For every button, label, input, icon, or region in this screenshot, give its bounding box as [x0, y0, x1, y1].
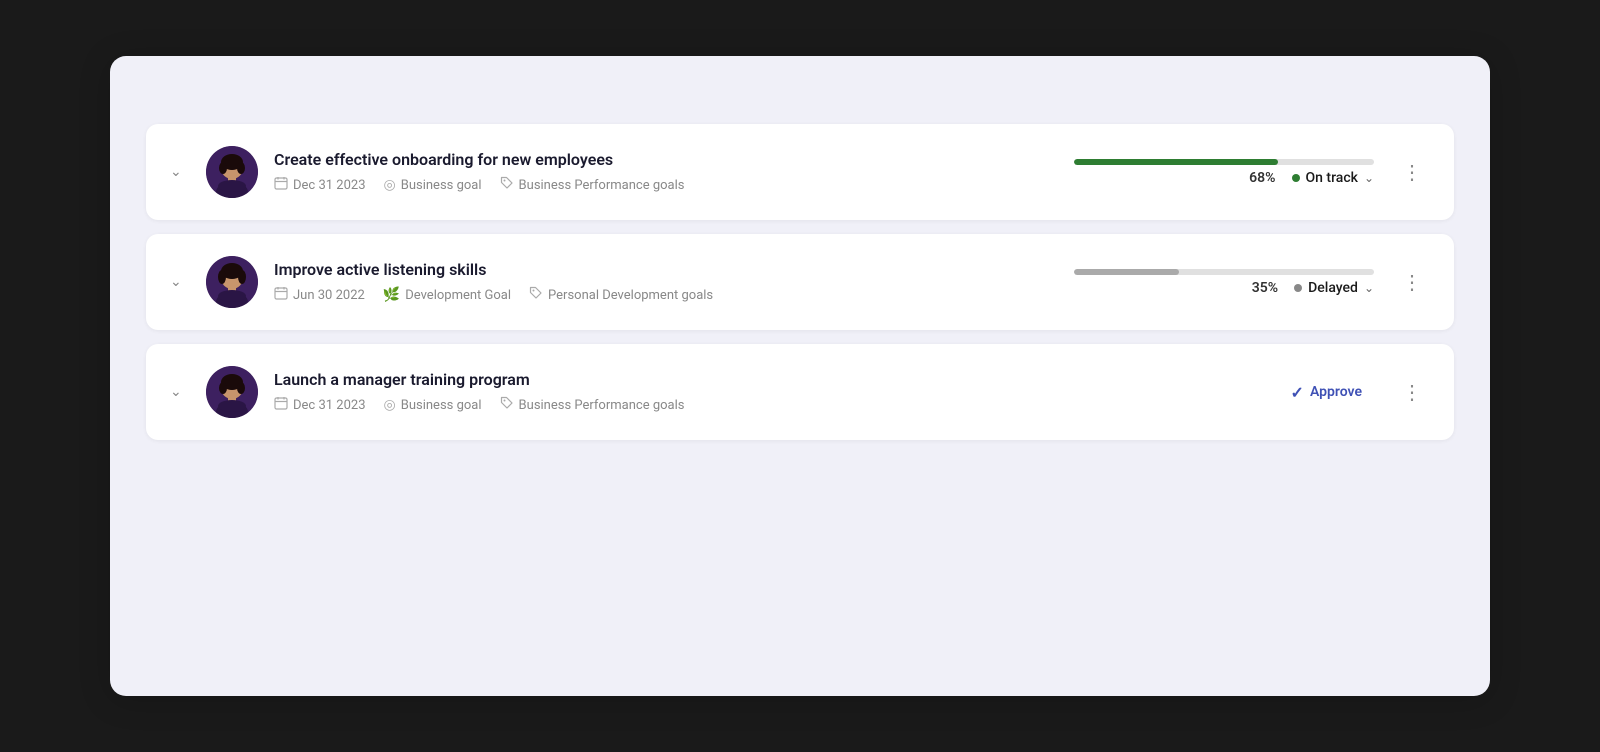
- target-icon: ◎: [384, 397, 396, 413]
- avatar: [206, 366, 258, 418]
- expand-chevron[interactable]: ⌄: [170, 164, 190, 180]
- status-badge[interactable]: Delayed ⌄: [1294, 280, 1374, 296]
- calendar-icon: [274, 176, 288, 194]
- goal-type-meta: ◎ Business goal: [384, 397, 482, 413]
- status-badge[interactable]: On track ⌄: [1292, 170, 1375, 186]
- main-container: ⌄ Create effective onboarding for new em…: [110, 56, 1490, 696]
- goal-right: 35% Delayed ⌄ ⋮: [1034, 266, 1430, 298]
- goal-type-meta: 🌿 Development Goal: [383, 287, 511, 303]
- progress-bar-fill: [1074, 159, 1278, 165]
- goal-category: Business Performance goals: [519, 178, 685, 193]
- expand-chevron[interactable]: ⌄: [170, 274, 190, 290]
- goal-category: Personal Development goals: [548, 288, 713, 303]
- goal-date: Dec 31 2023: [293, 398, 366, 413]
- avatar: [206, 256, 258, 308]
- goal-category-meta: Business Performance goals: [500, 396, 685, 414]
- goal-type: Development Goal: [405, 288, 511, 303]
- goal-title: Improve active listening skills: [274, 260, 1018, 279]
- tag-icon: [500, 396, 514, 414]
- tag-icon: [500, 176, 514, 194]
- calendar-icon: [274, 286, 288, 304]
- status-dot: [1292, 174, 1300, 182]
- status-chevron-icon: ⌄: [1364, 171, 1374, 185]
- seedling-icon: 🌿: [383, 287, 400, 303]
- approve-label: Approve: [1310, 384, 1362, 400]
- expand-chevron[interactable]: ⌄: [170, 384, 190, 400]
- goal-date: Dec 31 2023: [293, 178, 366, 193]
- goal-category: Business Performance goals: [519, 398, 685, 413]
- more-options-button[interactable]: ⋮: [1394, 376, 1430, 408]
- progress-percentage: 35%: [1252, 280, 1278, 296]
- goal-type: Business goal: [401, 398, 482, 413]
- status-dot: [1294, 284, 1302, 292]
- progress-percentage: 68%: [1249, 170, 1275, 186]
- calendar-icon: [274, 396, 288, 414]
- goal-date: Jun 30 2022: [293, 288, 365, 303]
- goal-category-meta: Business Performance goals: [500, 176, 685, 194]
- goal-meta: Dec 31 2023 ◎ Business goal Business Per…: [274, 396, 1195, 414]
- progress-bar-track: [1074, 269, 1374, 275]
- status-text: On track: [1306, 170, 1358, 186]
- goal-meta: Dec 31 2023 ◎ Business goal Business Per…: [274, 176, 1018, 194]
- progress-bar-track: [1074, 159, 1374, 165]
- progress-section: 35% Delayed ⌄: [1034, 269, 1374, 296]
- more-options-button[interactable]: ⋮: [1394, 156, 1430, 188]
- goal-right: 68% On track ⌄ ⋮: [1034, 156, 1430, 188]
- progress-bar-fill: [1074, 269, 1179, 275]
- progress-section: 68% On track ⌄: [1034, 159, 1374, 186]
- goal-card-3: ⌄ Launch a manager training program: [146, 344, 1454, 440]
- goal-card-1: ⌄ Create effective onboarding for new em…: [146, 124, 1454, 220]
- progress-stats: 35% Delayed ⌄: [1252, 280, 1374, 296]
- date-meta: Dec 31 2023: [274, 176, 366, 194]
- goal-title: Launch a manager training program: [274, 370, 1195, 389]
- goal-info: Improve active listening skills Jun 30 2…: [274, 260, 1018, 304]
- goal-right: ✓ Approve ⋮: [1211, 376, 1430, 408]
- more-options-button[interactable]: ⋮: [1394, 266, 1430, 298]
- date-meta: Jun 30 2022: [274, 286, 365, 304]
- status-chevron-icon: ⌄: [1364, 281, 1374, 295]
- goals-list: ⌄ Create effective onboarding for new em…: [146, 124, 1454, 440]
- approve-button[interactable]: ✓ Approve: [1279, 377, 1374, 408]
- goal-card-2: ⌄ Improve active listening skills: [146, 234, 1454, 330]
- goal-meta: Jun 30 2022 🌿 Development Goal Personal …: [274, 286, 1018, 304]
- goal-type-meta: ◎ Business goal: [384, 177, 482, 193]
- goal-info: Create effective onboarding for new empl…: [274, 150, 1018, 194]
- goal-category-meta: Personal Development goals: [529, 286, 713, 304]
- avatar: [206, 146, 258, 198]
- goal-info: Launch a manager training program Dec 31…: [274, 370, 1195, 414]
- status-text: Delayed: [1308, 280, 1358, 296]
- date-meta: Dec 31 2023: [274, 396, 366, 414]
- check-icon: ✓: [1291, 383, 1304, 402]
- tag-icon: [529, 286, 543, 304]
- goal-type: Business goal: [401, 178, 482, 193]
- goal-title: Create effective onboarding for new empl…: [274, 150, 1018, 169]
- target-icon: ◎: [384, 177, 396, 193]
- progress-stats: 68% On track ⌄: [1249, 170, 1374, 186]
